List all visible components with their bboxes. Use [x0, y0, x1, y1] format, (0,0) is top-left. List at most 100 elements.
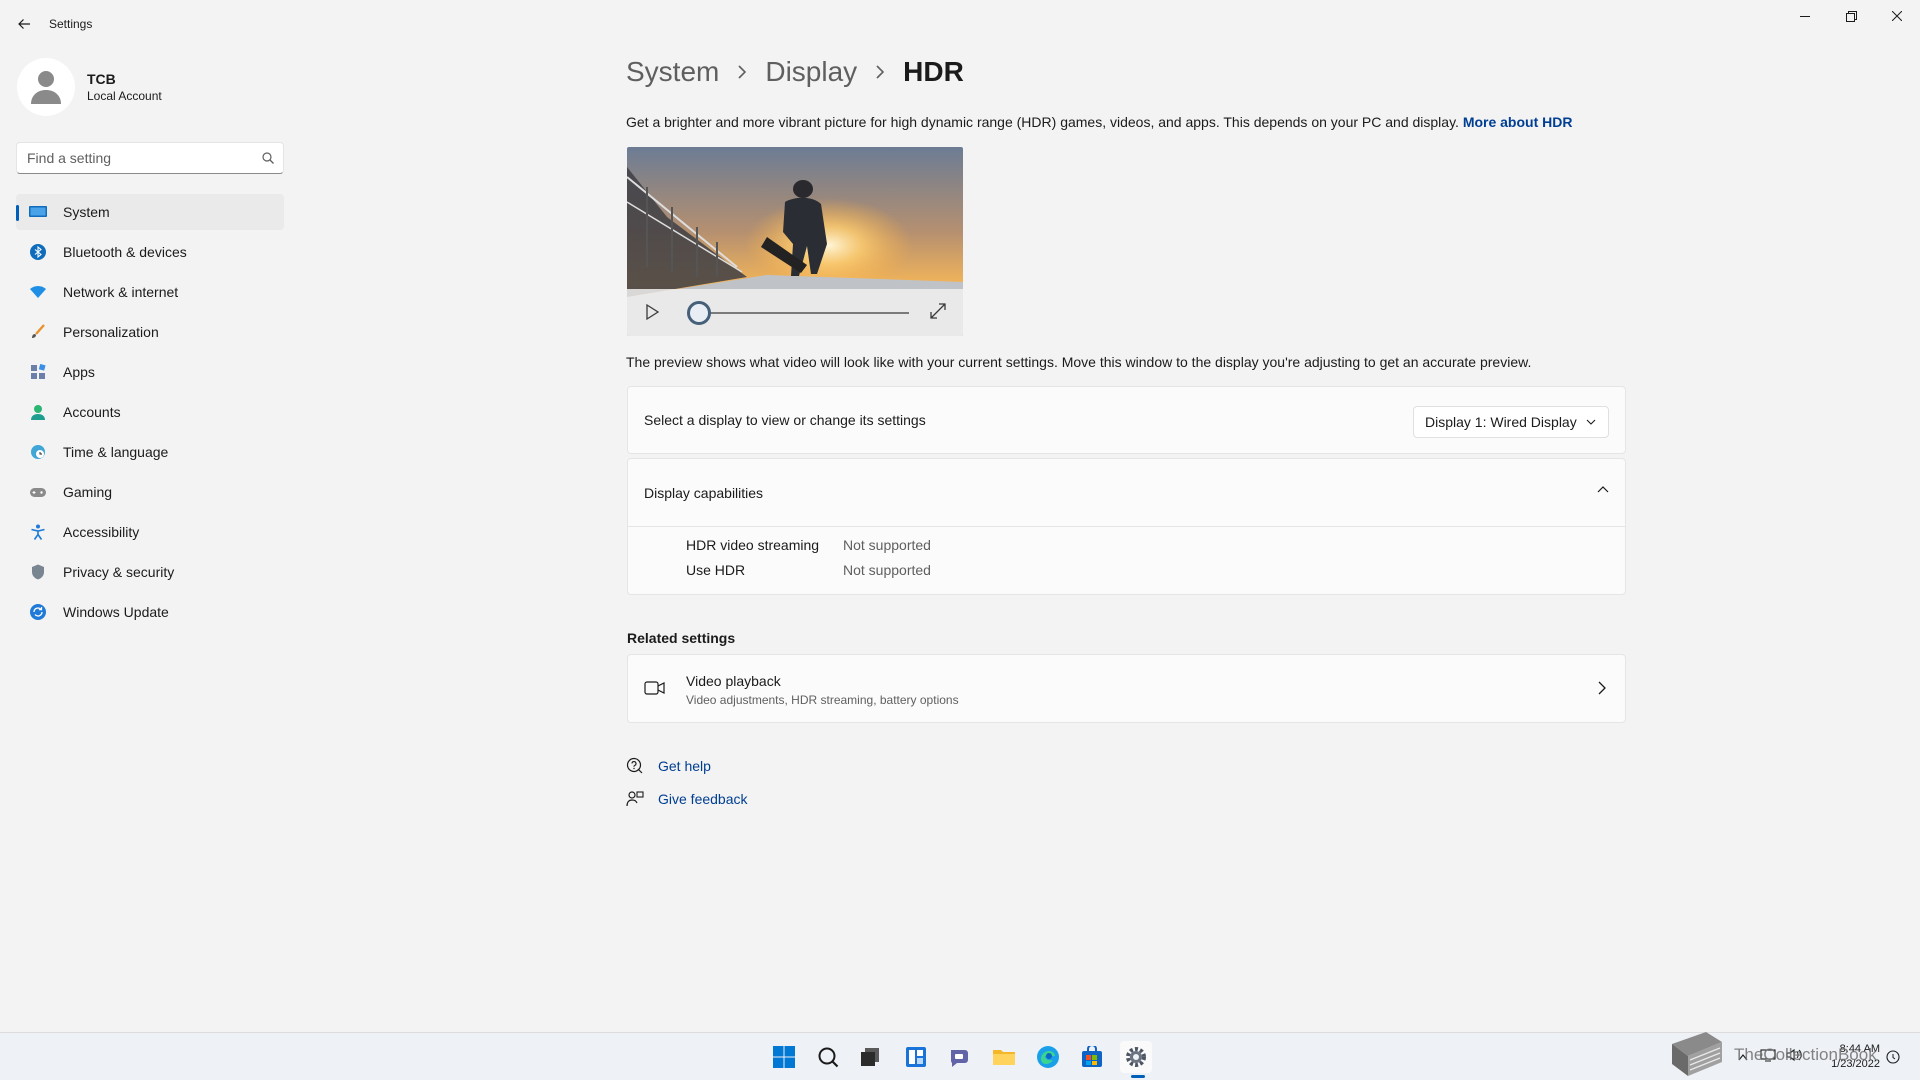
breadcrumb: System Display HDR	[626, 56, 964, 88]
sidebar-item-label: Gaming	[63, 484, 113, 500]
sidebar-item-label: Accessibility	[63, 524, 140, 540]
watermark-text: TheCollectionBook	[1734, 1045, 1877, 1064]
video-playback-card[interactable]: Video playback Video adjustments, HDR st…	[627, 654, 1626, 723]
sidebar-item-network-internet[interactable]: Network & internet	[16, 274, 284, 310]
video-controls	[627, 289, 963, 336]
search-icon	[818, 1047, 839, 1068]
minimize-icon	[1800, 16, 1810, 17]
sidebar-item-apps[interactable]: Apps	[16, 354, 284, 390]
intro-description: Get a brighter and more vibrant picture …	[626, 114, 1463, 130]
sidebar-item-gaming[interactable]: Gaming	[16, 474, 284, 510]
back-arrow-icon	[18, 19, 30, 29]
close-button[interactable]	[1874, 0, 1920, 32]
user-profile[interactable]: TCB Local Account	[17, 58, 162, 116]
gamepad-icon	[28, 482, 48, 502]
display-dropdown[interactable]: Display 1: Wired Display	[1413, 406, 1609, 438]
seek-track[interactable]	[709, 312, 909, 314]
feedback-icon	[626, 790, 644, 808]
globe-clock-icon	[28, 442, 48, 462]
edge-icon	[1037, 1046, 1059, 1068]
start-button[interactable]	[768, 1041, 800, 1073]
sidebar-nav: System Bluetooth & devices Network & int…	[16, 194, 284, 634]
back-button[interactable]	[10, 10, 38, 38]
sidebar-item-windows-update[interactable]: Windows Update	[16, 594, 284, 630]
chevron-up-icon	[1597, 486, 1609, 493]
sidebar-item-bluetooth-devices[interactable]: Bluetooth & devices	[16, 234, 284, 270]
page-title: HDR	[903, 56, 964, 87]
fullscreen-icon[interactable]	[929, 302, 947, 320]
taskbar: 8:44 AM 1/23/2022	[0, 1032, 1920, 1080]
sidebar-item-label: Bluetooth & devices	[63, 244, 187, 260]
sidebar-item-label: Privacy & security	[63, 564, 175, 580]
file-explorer-button[interactable]	[988, 1041, 1020, 1073]
chevron-right-icon	[737, 65, 747, 79]
capability-row: Use HDR Not supported	[686, 562, 931, 578]
sidebar-item-label: System	[63, 204, 110, 220]
apps-icon	[28, 362, 48, 382]
taskbar-search-button[interactable]	[812, 1041, 844, 1073]
get-help-link[interactable]: Get help	[626, 757, 711, 775]
preview-note: The preview shows what video will look l…	[626, 354, 1532, 370]
capability-row: HDR video streaming Not supported	[686, 537, 931, 553]
avatar	[17, 58, 75, 116]
task-view-icon	[861, 1048, 879, 1066]
capability-name: HDR video streaming	[686, 537, 820, 553]
restore-icon	[1845, 10, 1857, 22]
sidebar-item-system[interactable]: System	[16, 194, 284, 230]
edge-browser-button[interactable]	[1032, 1041, 1064, 1073]
more-about-hdr-link[interactable]: More about HDR	[1463, 114, 1573, 130]
search-input[interactable]	[17, 150, 253, 166]
sidebar-item-privacy-security[interactable]: Privacy & security	[16, 554, 284, 590]
display-capabilities-title: Display capabilities	[644, 485, 764, 501]
restore-button[interactable]	[1828, 0, 1874, 32]
breadcrumb-display[interactable]: Display	[765, 56, 857, 88]
chevron-down-icon	[1586, 419, 1596, 425]
settings-app-button[interactable]	[1120, 1041, 1152, 1073]
sidebar-item-accounts[interactable]: Accounts	[16, 394, 284, 430]
sidebar-item-label: Windows Update	[63, 604, 169, 620]
seek-slider-thumb[interactable]	[687, 301, 711, 325]
profile-name: TCB	[87, 71, 116, 87]
sidebar-item-label: Network & internet	[63, 284, 179, 300]
sidebar-item-label: Personalization	[63, 324, 159, 340]
video-playback-subtitle: Video adjustments, HDR streaming, batter…	[686, 693, 959, 707]
person-avatar-icon	[31, 71, 61, 104]
minimize-button[interactable]	[1782, 0, 1828, 32]
watermark-book-icon	[1672, 1032, 1722, 1076]
folder-icon	[993, 1050, 1015, 1065]
profile-account-type: Local Account	[87, 89, 162, 103]
wifi-icon	[28, 282, 48, 302]
video-playback-title: Video playback	[686, 673, 781, 689]
display-dropdown-value: Display 1: Wired Display	[1425, 414, 1577, 430]
teams-chat-icon	[951, 1050, 968, 1067]
display-select-card: Select a display to view or change its s…	[627, 386, 1626, 454]
video-camera-icon	[644, 681, 665, 695]
display-select-label: Select a display to view or change its s…	[644, 412, 926, 428]
notification-icon[interactable]	[1886, 1049, 1900, 1070]
chevron-right-icon	[1598, 681, 1606, 695]
monitor-icon	[28, 202, 48, 222]
widgets-button[interactable]	[900, 1041, 932, 1073]
breadcrumb-system[interactable]: System	[626, 56, 719, 88]
chat-button[interactable]	[944, 1041, 976, 1073]
person-icon	[28, 402, 48, 422]
app-title: Settings	[49, 17, 93, 31]
gear-icon	[1126, 1047, 1146, 1067]
hdr-video-preview	[627, 147, 963, 336]
microsoft-store-button[interactable]	[1076, 1041, 1108, 1073]
sidebar-item-personalization[interactable]: Personalization	[16, 314, 284, 350]
store-bag-icon	[1082, 1046, 1102, 1067]
sidebar-item-label: Time & language	[63, 444, 169, 460]
title-bar: Settings	[0, 0, 1920, 48]
give-feedback-link[interactable]: Give feedback	[626, 790, 748, 808]
sidebar-item-accessibility[interactable]: Accessibility	[16, 514, 284, 550]
task-view-button[interactable]	[855, 1041, 887, 1073]
help-chat-icon	[626, 757, 644, 775]
bluetooth-icon	[28, 242, 48, 262]
widgets-icon	[906, 1047, 926, 1067]
sidebar-item-time-language[interactable]: Time & language	[16, 434, 284, 470]
search-icon[interactable]	[253, 152, 283, 164]
windows-logo-icon	[773, 1046, 795, 1068]
play-icon[interactable]	[643, 303, 661, 321]
display-capabilities-header[interactable]: Display capabilities	[628, 459, 1625, 527]
